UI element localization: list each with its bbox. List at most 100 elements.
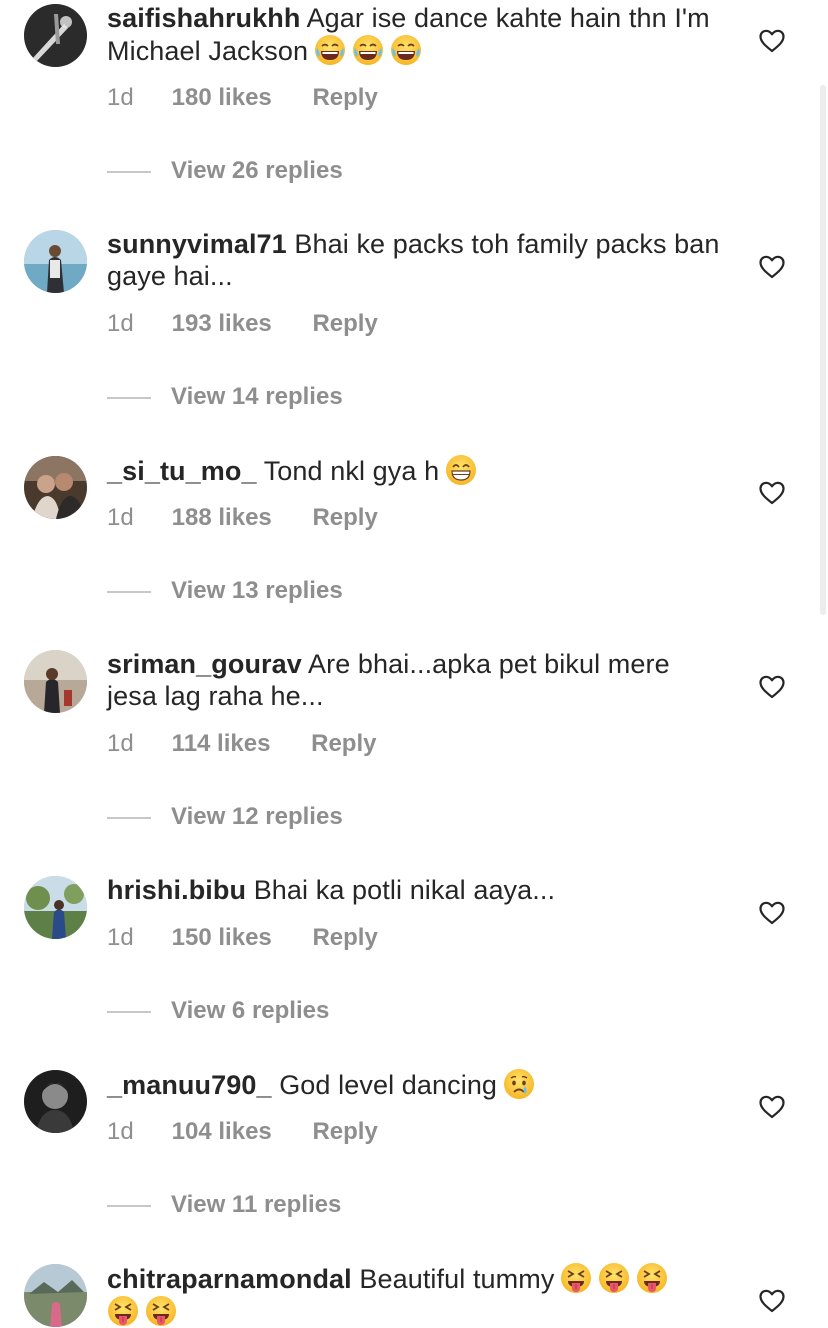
emoji-group	[439, 456, 477, 486]
avatar[interactable]	[24, 650, 87, 713]
avatar-photo	[24, 230, 87, 293]
comment-meta: 1d 150 likes Reply	[107, 924, 378, 952]
reply-button[interactable]: Reply	[312, 504, 377, 532]
replies-divider	[107, 1010, 151, 1013]
like-heart-icon[interactable]	[759, 29, 785, 53]
comment-time: 1d	[107, 504, 134, 531]
comment-item: chitraparnamondal Beautiful tummy	[0, 1260, 828, 1327]
avatar[interactable]	[24, 1070, 87, 1133]
comment-meta: 1d 180 likes Reply	[107, 84, 378, 112]
view-replies-label: View 11 replies	[171, 1191, 342, 1218]
comment-username[interactable]: _manuu790_	[107, 1070, 272, 1100]
comment-text: _manuu790_ God level dancing	[107, 1068, 727, 1101]
avatar-photo	[24, 650, 87, 713]
squinting-tongue-emoji	[598, 1262, 630, 1294]
reply-button[interactable]: Reply	[312, 84, 377, 112]
avatar-photo	[24, 1264, 87, 1327]
comment-username[interactable]: saifishahrukhh	[107, 3, 300, 33]
comment-body: Bhai ka potli nikal aaya...	[253, 875, 556, 905]
view-replies-button[interactable]: View 13 replies	[107, 577, 343, 605]
comment-time: 1d	[107, 1118, 134, 1145]
grinning-face-emoji	[445, 454, 477, 486]
replies-divider	[107, 816, 151, 819]
view-replies-label: View 14 replies	[171, 383, 343, 410]
comment-text: hrishi.bibu Bhai ka potli nikal aaya...	[107, 874, 727, 906]
avatar-photo	[24, 876, 87, 939]
comment-text: chitraparnamondal Beautiful tummy	[107, 1262, 727, 1328]
comment-item: hrishi.bibu Bhai ka potli nikal aaya... …	[0, 872, 828, 1042]
comment-item: _manuu790_ God level dancing 1d 104 like…	[0, 1066, 828, 1236]
avatar[interactable]	[24, 456, 87, 519]
comment-time: 1d	[107, 310, 134, 337]
view-replies-button[interactable]: View 6 replies	[107, 997, 329, 1025]
view-replies-label: View 26 replies	[171, 157, 343, 184]
avatar[interactable]	[24, 4, 87, 67]
like-heart-icon[interactable]	[759, 901, 785, 925]
like-heart-icon[interactable]	[759, 675, 785, 699]
replies-divider	[107, 396, 151, 399]
comment-item: sriman_gourav Are bhai...apka pet bikul …	[0, 646, 828, 846]
likes-count[interactable]: 114 likes	[172, 730, 271, 758]
comment-meta: 1d 193 likes Reply	[107, 310, 378, 338]
comment-text: sriman_gourav Are bhai...apka pet bikul …	[107, 648, 727, 712]
like-heart-icon[interactable]	[759, 481, 785, 505]
view-replies-label: View 12 replies	[171, 803, 343, 830]
comment-username[interactable]: chitraparnamondal	[107, 1264, 352, 1294]
squinting-tongue-emoji	[107, 1295, 139, 1327]
likes-count[interactable]: 188 likes	[172, 504, 272, 532]
reply-button[interactable]: Reply	[312, 1118, 377, 1146]
comment-time: 1d	[107, 84, 134, 111]
squinting-tongue-emoji	[145, 1295, 177, 1327]
comment-time: 1d	[107, 924, 134, 951]
avatar-photo	[24, 456, 87, 519]
emoji-group	[497, 1070, 535, 1100]
likes-count[interactable]: 104 likes	[172, 1118, 272, 1146]
comment-body: God level dancing	[279, 1070, 498, 1100]
like-heart-icon[interactable]	[759, 255, 785, 279]
emoji-group	[308, 36, 422, 66]
emoji-group	[107, 1297, 177, 1327]
likes-count[interactable]: 150 likes	[172, 924, 272, 952]
replies-divider	[107, 590, 151, 593]
view-replies-label: View 6 replies	[171, 997, 330, 1024]
comment-username[interactable]: sriman_gourav	[107, 649, 302, 679]
avatar[interactable]	[24, 230, 87, 293]
view-replies-button[interactable]: View 14 replies	[107, 383, 343, 411]
comment-username[interactable]: hrishi.bibu	[107, 875, 246, 905]
view-replies-button[interactable]: View 12 replies	[107, 803, 343, 831]
comment-item: sunnyvimal71 Bhai ke packs toh family pa…	[0, 226, 828, 426]
comment-item: saifishahrukhh Agar ise dance kahte hain…	[0, 0, 828, 200]
squinting-tongue-emoji	[560, 1262, 592, 1294]
avatar-photo	[24, 1070, 87, 1133]
reply-button[interactable]: Reply	[311, 730, 376, 758]
emoji-group	[554, 1264, 668, 1294]
view-replies-button[interactable]: View 26 replies	[107, 157, 343, 185]
crying-face-emoji	[503, 1068, 535, 1100]
comment-body: Tond nkl gya h	[263, 456, 440, 486]
reply-button[interactable]: Reply	[312, 924, 377, 952]
comment-meta: 1d 188 likes Reply	[107, 504, 378, 532]
like-heart-icon[interactable]	[759, 1095, 785, 1119]
comment-body: Beautiful tummy	[359, 1264, 555, 1294]
comment-username[interactable]: _si_tu_mo_	[107, 456, 257, 486]
likes-count[interactable]: 180 likes	[172, 84, 272, 112]
comment-item: _si_tu_mo_ Tond nkl gya h 1d 188 likes R…	[0, 452, 828, 622]
avatar-photo	[24, 4, 87, 67]
laughing-tears-emoji	[314, 34, 346, 66]
squinting-tongue-emoji	[636, 1262, 668, 1294]
comment-meta: 1d 104 likes Reply	[107, 1118, 378, 1146]
comment-text: _si_tu_mo_ Tond nkl gya h	[107, 454, 727, 487]
avatar[interactable]	[24, 1264, 87, 1327]
replies-divider	[107, 1204, 151, 1207]
comment-time: 1d	[107, 730, 134, 757]
comment-text: saifishahrukhh Agar ise dance kahte hain…	[107, 2, 727, 67]
laughing-tears-emoji	[390, 34, 422, 66]
comment-username[interactable]: sunnyvimal71	[107, 229, 287, 259]
like-heart-icon[interactable]	[759, 1289, 785, 1313]
comment-meta: 1d 114 likes Reply	[107, 730, 376, 758]
comment-text: sunnyvimal71 Bhai ke packs toh family pa…	[107, 228, 727, 292]
reply-button[interactable]: Reply	[312, 310, 377, 338]
avatar[interactable]	[24, 876, 87, 939]
view-replies-button[interactable]: View 11 replies	[107, 1191, 341, 1219]
likes-count[interactable]: 193 likes	[172, 310, 272, 338]
